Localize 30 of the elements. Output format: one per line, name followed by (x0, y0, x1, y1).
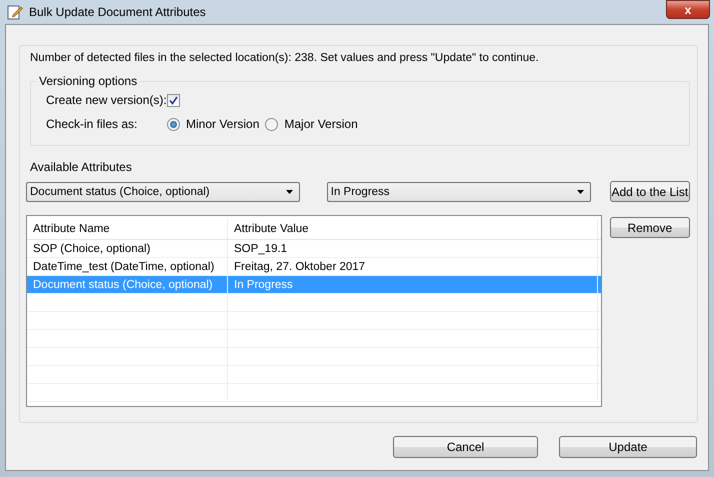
attribute-dropdown[interactable]: Document status (Choice, optional) (26, 182, 300, 202)
cancel-button[interactable]: Cancel (393, 436, 538, 458)
table-cell: SOP_19.1 (228, 240, 598, 257)
table-cell: In Progress (228, 276, 598, 293)
table-cell: Document status (Choice, optional) (27, 276, 228, 293)
radio-button[interactable] (167, 118, 180, 130)
dropdown-arrow-icon (286, 190, 293, 194)
close-button[interactable]: x (666, 0, 710, 19)
value-dropdown[interactable]: In Progress (326, 182, 591, 202)
column-header[interactable]: Attribute Name (27, 219, 228, 239)
create-version-label: Create new version(s): (46, 93, 167, 107)
group-title: Versioning options (38, 74, 138, 88)
create-version-checkbox[interactable] (167, 94, 180, 106)
table-cell: Freitag, 27. Oktober 2017 (228, 258, 598, 275)
update-button[interactable]: Update (559, 436, 697, 458)
window-title: Bulk Update Document Attributes (29, 5, 207, 19)
column-header[interactable]: Attribute Value (228, 219, 598, 239)
radio-label: Minor Version (186, 117, 260, 131)
radio-button[interactable] (265, 118, 278, 130)
info-text: Number of detected files in the selected location(s): 238. Set values and press "Update" to continue. (30, 52, 540, 64)
remove-button[interactable]: Remove (610, 217, 690, 238)
checkin-label: Check-in files as: (46, 117, 138, 131)
available-attributes-label: Available Attributes (30, 160, 133, 174)
table-row[interactable]: SOP (Choice, optional) SOP_19.1 (27, 240, 601, 258)
table-cell: SOP (Choice, optional) (27, 240, 228, 257)
document-edit-icon (7, 4, 23, 20)
dropdown-arrow-icon (576, 190, 584, 194)
add-to-list-button[interactable]: Add to the List (610, 181, 690, 202)
table-cell: DateTime_test (DateTime, optional) (27, 258, 228, 275)
radio-label: Major Version (284, 117, 358, 131)
